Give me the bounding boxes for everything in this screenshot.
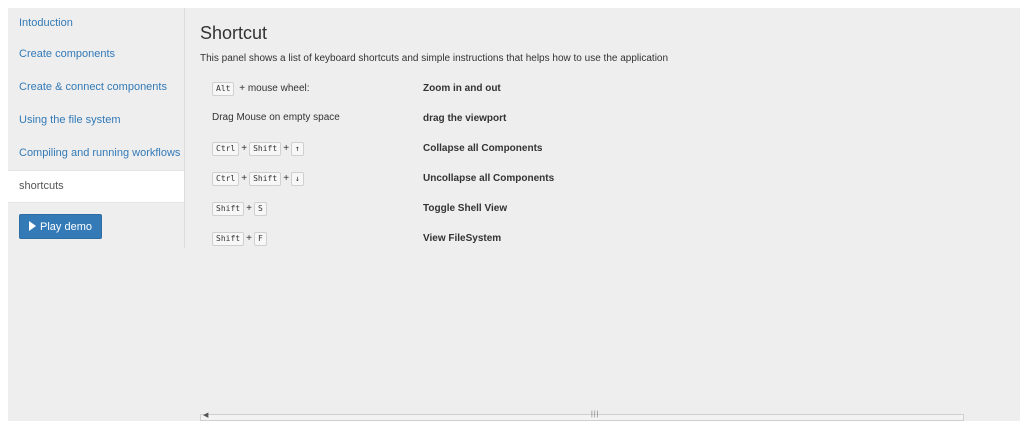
shortcut-row: Ctrl + Shift + ↑ Collapse all Components xyxy=(200,140,800,160)
shortcut-action: drag the viewport xyxy=(423,113,507,124)
shortcut-keys: Alt + mouse wheel: xyxy=(212,82,312,96)
key-shift: Shift xyxy=(212,202,245,216)
shortcut-action: View FileSystem xyxy=(423,233,502,244)
sidebar-item-introduction[interactable]: Intoduction xyxy=(8,8,184,38)
shortcut-row: Ctrl + Shift + ↓ Uncollapse all Components xyxy=(200,170,800,190)
shortcut-text: Drag Mouse on empty space xyxy=(212,112,340,123)
sidebar-item-compiling-running[interactable]: Compiling and running workflows xyxy=(8,137,184,170)
page-description: This panel shows a list of keyboard shor… xyxy=(200,53,669,64)
key-s: S xyxy=(253,202,267,216)
page-title: Shortcut xyxy=(200,23,268,43)
play-demo-button[interactable]: Play demo xyxy=(19,214,102,239)
shortcut-row: Shift + S Toggle Shell View xyxy=(200,200,800,220)
key-shift: Shift xyxy=(212,232,245,246)
sidebar: Intoduction Create components Create & c… xyxy=(8,8,185,248)
shortcut-keys: Shift + S xyxy=(212,202,267,216)
key-arrow-down: ↓ xyxy=(291,172,304,186)
shortcut-suffix: + mouse wheel: xyxy=(239,83,310,94)
scroll-left-arrow-icon[interactable]: ◀ xyxy=(203,411,208,419)
shortcut-row: Drag Mouse on empty space drag the viewp… xyxy=(200,110,800,130)
horizontal-scrollbar[interactable]: ◀ ||| xyxy=(200,411,964,421)
play-icon xyxy=(29,221,36,231)
shortcut-action: Collapse all Components xyxy=(423,143,543,154)
key-arrow-up: ↑ xyxy=(291,142,304,156)
shortcut-action: Zoom in and out xyxy=(423,83,501,94)
shortcut-keys: Ctrl + Shift + ↓ xyxy=(212,172,304,186)
shortcut-action: Toggle Shell View xyxy=(423,203,508,214)
shortcut-keys: Shift + F xyxy=(212,232,267,246)
scroll-grip-icon[interactable]: ||| xyxy=(591,411,599,418)
shortcut-keys: Ctrl + Shift + ↑ xyxy=(212,142,304,156)
shortcut-action: Uncollapse all Components xyxy=(423,173,555,184)
sidebar-item-shortcuts[interactable]: shortcuts xyxy=(8,170,184,203)
key-ctrl: Ctrl xyxy=(212,172,240,186)
key-shift: Shift xyxy=(249,172,282,186)
sidebar-item-file-system[interactable]: Using the file system xyxy=(8,104,184,137)
play-demo-label: Play demo xyxy=(40,221,92,233)
app-frame: Intoduction Create components Create & c… xyxy=(8,8,1020,421)
key-alt: Alt xyxy=(212,82,235,96)
key-shift: Shift xyxy=(249,142,282,156)
key-f: F xyxy=(253,232,267,246)
sidebar-item-create-components[interactable]: Create components xyxy=(8,38,184,71)
shortcut-row: Shift + F View FileSystem xyxy=(200,230,800,250)
key-ctrl: Ctrl xyxy=(212,142,240,156)
sidebar-item-create-connect-components[interactable]: Create & connect components xyxy=(8,71,184,104)
shortcut-row: Alt + mouse wheel: Zoom in and out xyxy=(200,80,800,100)
